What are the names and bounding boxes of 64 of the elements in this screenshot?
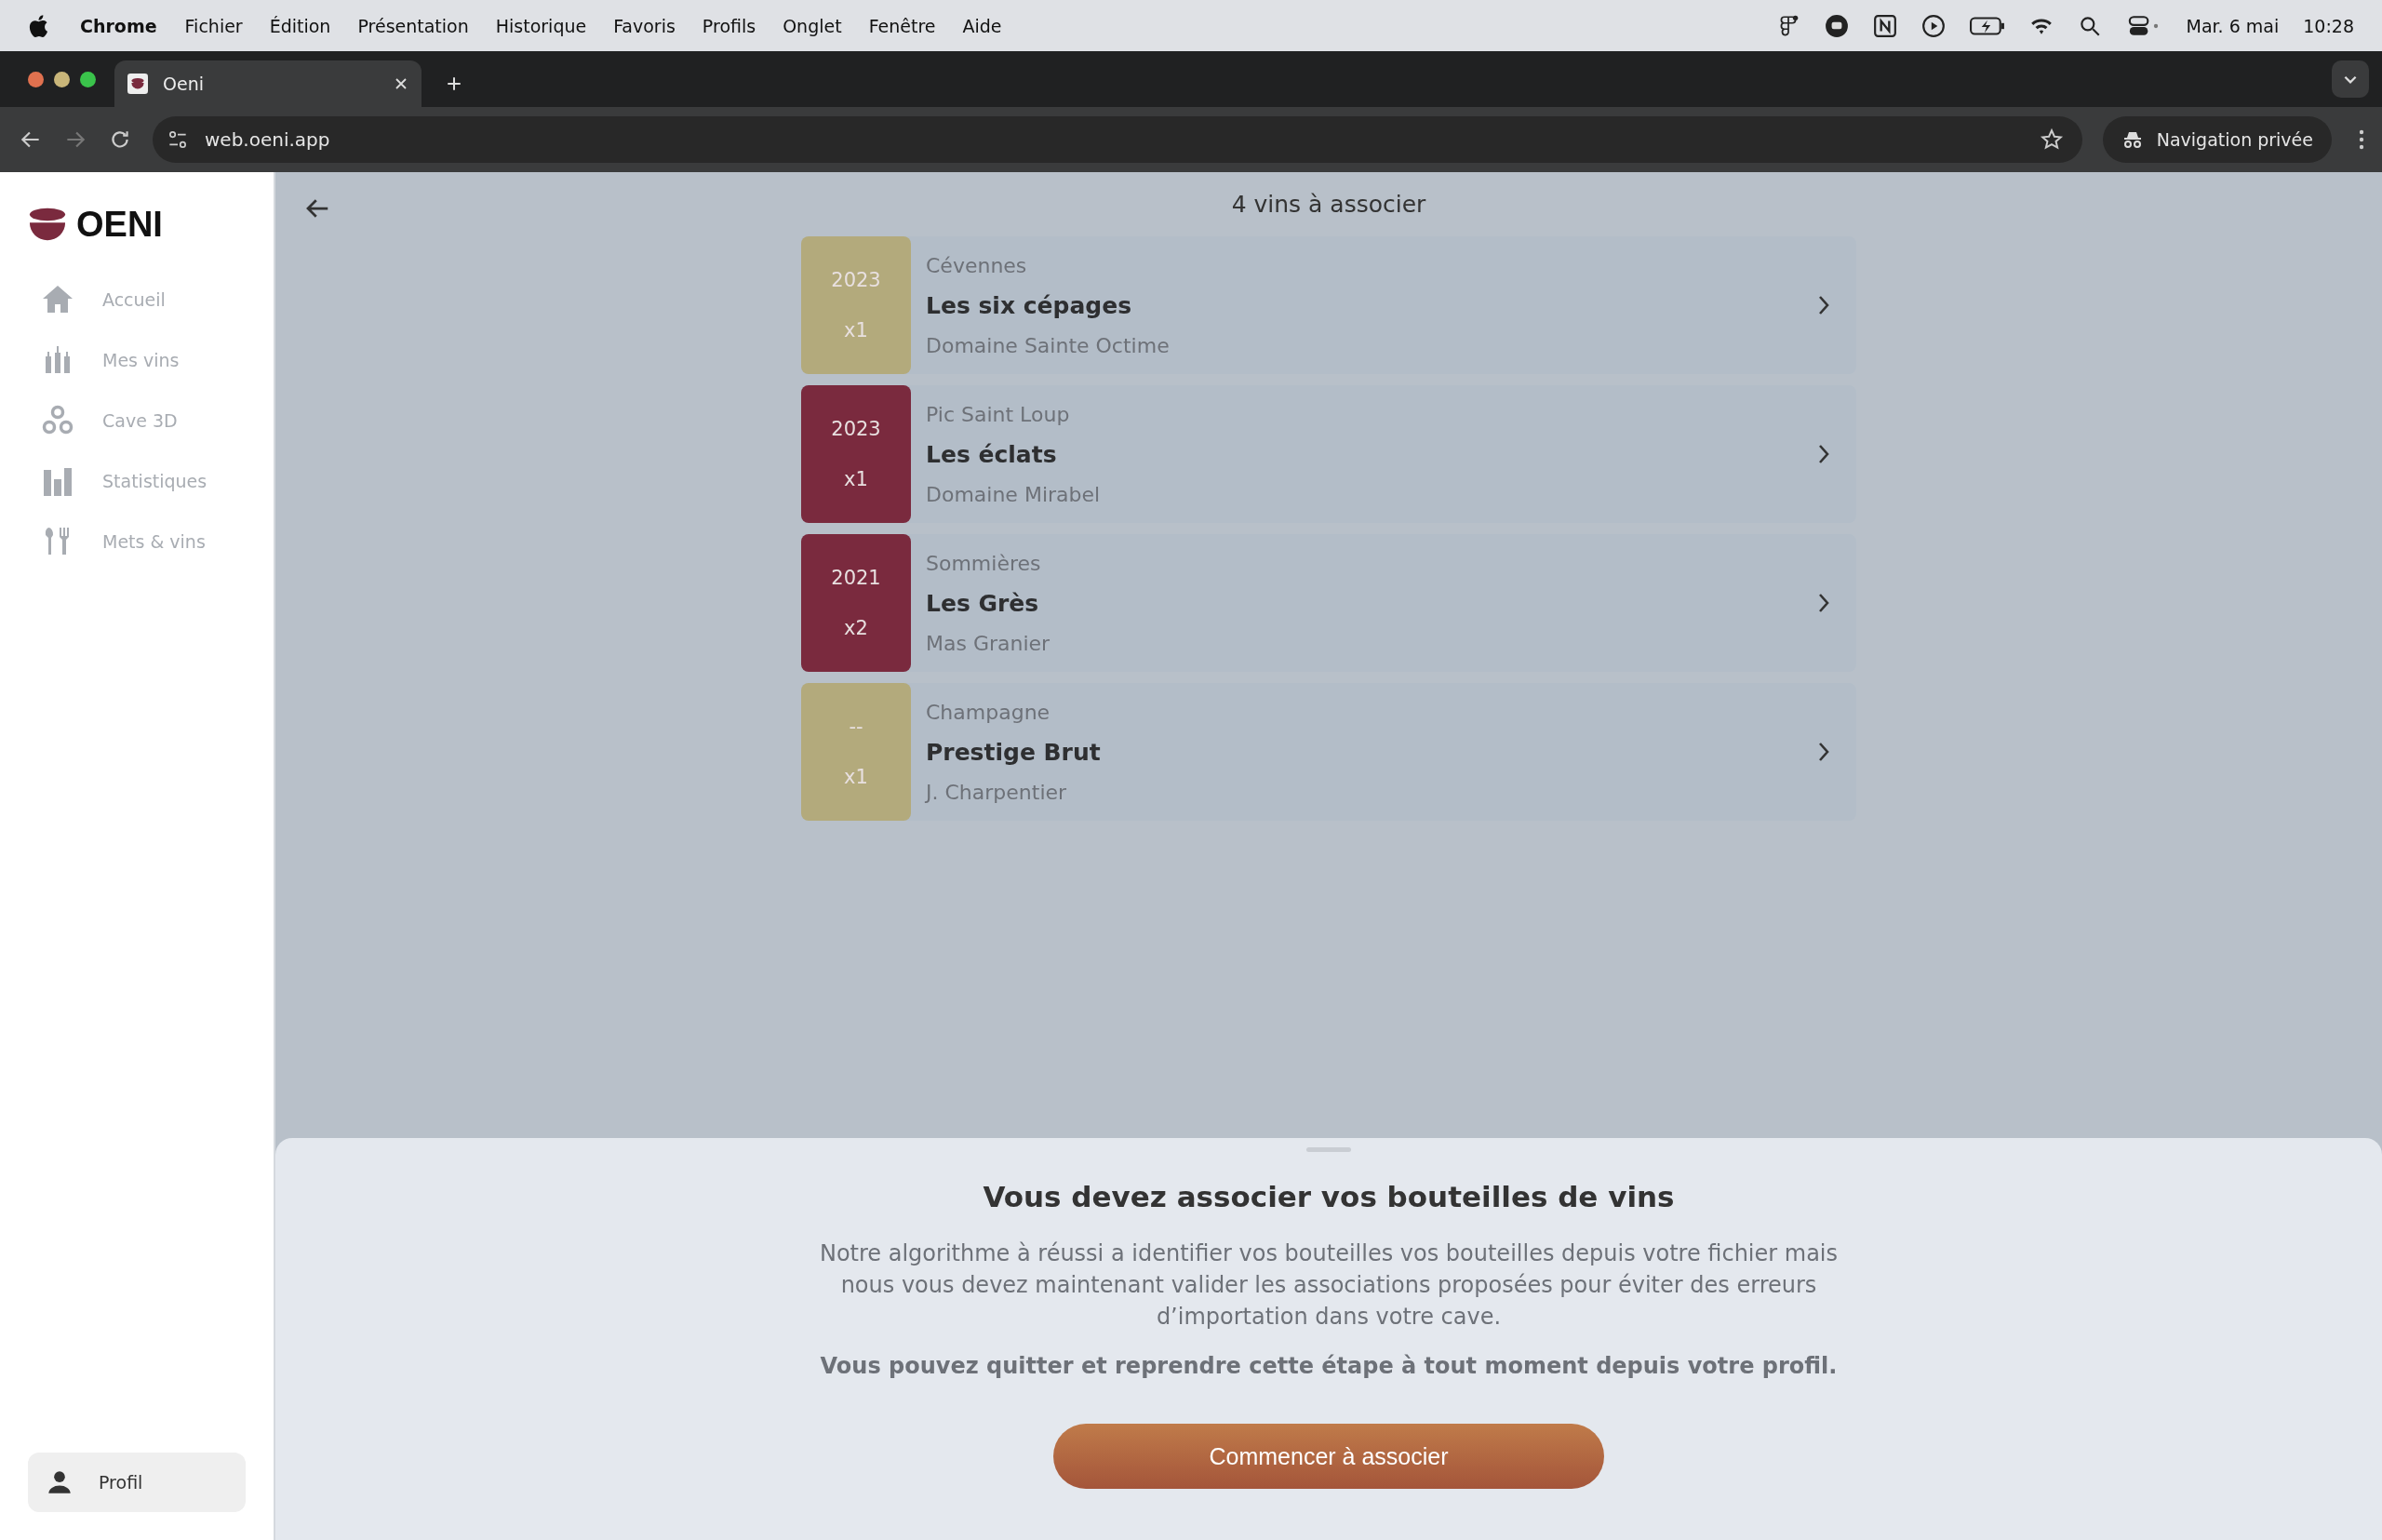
vintage-label: 2023 — [831, 269, 881, 291]
wine-producer: Domaine Sainte Octime — [926, 333, 1171, 357]
page-title: 4 vins à associer — [1231, 191, 1426, 218]
star-icon[interactable] — [2039, 127, 2064, 152]
wine-producer: Domaine Mirabel — [926, 482, 1102, 506]
sheet-title: Vous devez associer vos bouteilles de vins — [983, 1180, 1675, 1213]
menu-bar-date[interactable]: Mar. 6 mai — [2186, 15, 2280, 36]
wine-card[interactable]: 2023 x1 Pic Saint Loup Les éclats Domaine Mirabel — [801, 385, 1856, 523]
wine-region: Sommières — [926, 551, 1042, 575]
sheet-description: Notre algorithme à réussi a identifier vos bouteilles vos bouteilles depuis votre fichier mais nous vous devez maintenant valider les associations proposées pour éviter des erreurs d’importation dans votre cave. — [818, 1239, 1840, 1332]
wine-name: Les éclats — [926, 440, 1058, 468]
close-window-icon[interactable] — [28, 71, 44, 87]
quantity-label: x1 — [844, 766, 868, 788]
menu-item[interactable]: Fenêtre — [868, 15, 936, 36]
wine-card[interactable]: -- x1 Champagne Prestige Brut J. Charpentier — [801, 683, 1856, 821]
maximize-window-icon[interactable] — [80, 71, 96, 87]
vintage-label: -- — [849, 716, 863, 738]
chevron-right-icon — [1817, 443, 1830, 465]
wine-region: Pic Saint Loup — [926, 402, 1071, 426]
quantity-label: x1 — [844, 468, 868, 490]
profile-button[interactable]: Profil — [28, 1453, 246, 1512]
logo-text: OENI — [76, 205, 163, 245]
drag-handle[interactable] — [1306, 1147, 1351, 1152]
address-bar[interactable]: web.oeni.app — [153, 116, 2082, 163]
favicon-icon — [127, 74, 148, 94]
quantity-label: x1 — [844, 319, 868, 341]
tab-list-button[interactable] — [2332, 60, 2369, 98]
apple-logo-icon[interactable] — [28, 13, 48, 38]
close-tab-icon[interactable] — [394, 76, 408, 91]
private-browsing-button[interactable]: Navigation privée — [2102, 116, 2332, 163]
menu-item[interactable]: Présentation — [357, 15, 469, 36]
play-icon[interactable] — [1921, 13, 1947, 38]
browser-tab[interactable]: Oeni — [114, 60, 422, 107]
vintage-label: 2021 — [831, 567, 881, 589]
wine-name: Prestige Brut — [926, 738, 1102, 766]
menu-item[interactable]: Favoris — [613, 15, 676, 36]
menu-item[interactable]: Édition — [269, 15, 331, 36]
more-icon[interactable] — [2358, 128, 2365, 151]
wine-region: Cévennes — [926, 253, 1028, 277]
menu-item[interactable]: Fichier — [184, 15, 243, 36]
chevron-right-icon — [1817, 294, 1830, 316]
wine-name: Les six cépages — [926, 291, 1133, 319]
new-tab-icon[interactable] — [446, 75, 462, 92]
quantity-label: x2 — [844, 617, 868, 639]
vintage-label: 2023 — [831, 418, 881, 440]
minimize-window-icon[interactable] — [54, 71, 70, 87]
wine-card[interactable]: 2023 x1 Cévennes Les six cépages Domaine Sainte Octime — [801, 236, 1856, 374]
wine-producer: Mas Granier — [926, 631, 1051, 655]
person-icon — [47, 1469, 73, 1495]
wine-region: Champagne — [926, 700, 1051, 724]
menu-item[interactable]: Profils — [702, 15, 756, 36]
menu-item[interactable]: Onglet — [783, 15, 842, 36]
menu-item[interactable]: Historique — [495, 15, 587, 36]
wine-name: Les Grès — [926, 589, 1040, 617]
chevron-right-icon — [1817, 741, 1830, 763]
app-menu[interactable]: Chrome — [80, 15, 157, 36]
menu-bar-time[interactable]: 10:28 — [2303, 15, 2354, 36]
sheet-note: Vous pouvez quitter et reprendre cette étape à tout moment depuis votre profil. — [820, 1353, 1838, 1379]
notion-icon[interactable] — [1873, 13, 1898, 38]
chevron-right-icon — [1817, 592, 1830, 614]
wine-producer: J. Charpentier — [926, 780, 1068, 804]
start-matching-button[interactable]: Commencer à associer — [1053, 1424, 1604, 1489]
menu-item[interactable]: Aide — [962, 15, 1002, 36]
wine-card[interactable]: 2021 x2 Sommières Les Grès Mas Granier — [801, 534, 1856, 672]
